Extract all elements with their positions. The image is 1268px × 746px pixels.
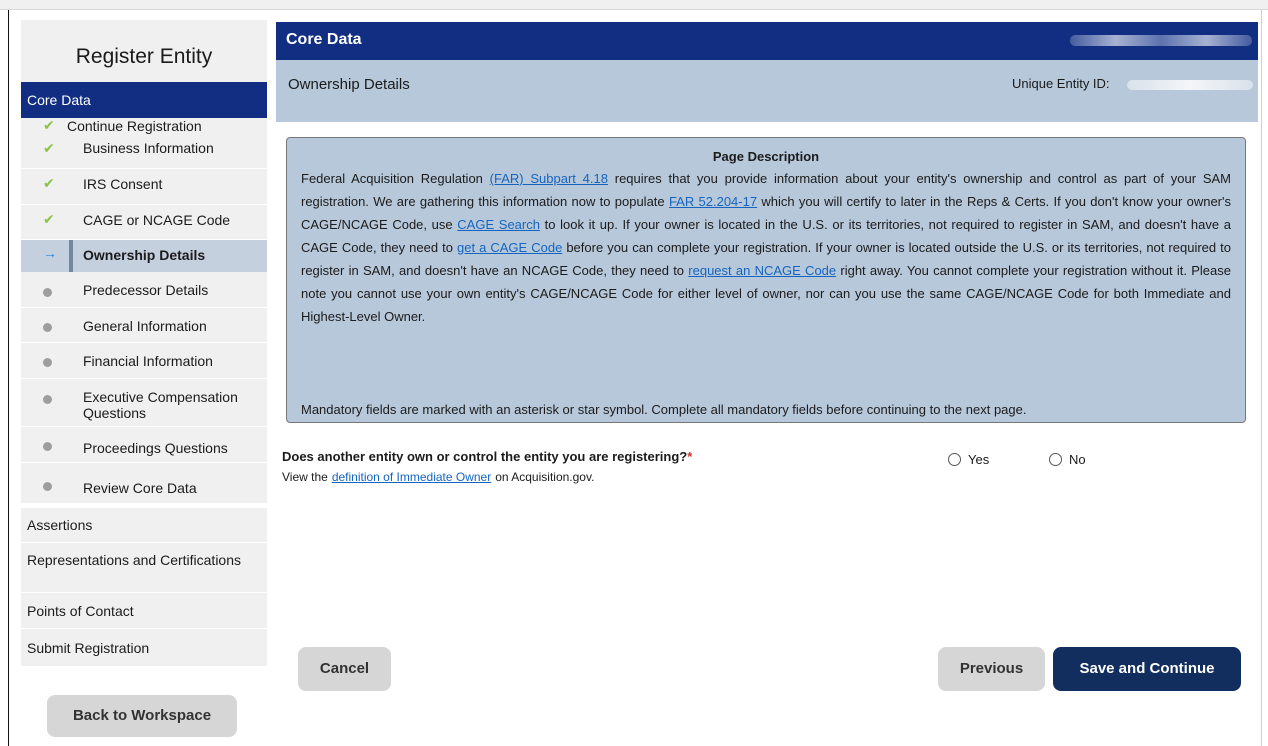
page-description-heading: Page Description [712,149,820,164]
sidebar-section-assertions[interactable]: Assertions [21,507,267,542]
request-ncage-code-link[interactable]: request an NCAGE Code [688,263,836,278]
check-icon: ✔ [43,140,55,156]
unique-entity-id-redacted [1127,80,1253,90]
sidebar-section-core-data[interactable]: Core Data [21,82,267,118]
radio-no-label: No [1069,452,1086,467]
check-icon: ✔ [43,175,55,191]
save-and-continue-button[interactable]: Save and Continue [1053,647,1241,691]
sidebar-item-review-core-data[interactable]: Review Core Data [21,463,267,503]
previous-button[interactable]: Previous [938,647,1045,691]
sidebar-item-label: IRS Consent [83,176,163,192]
radio-no[interactable]: No [1049,452,1086,467]
far-clause-link[interactable]: FAR 52.204-17 [669,194,757,209]
check-icon: ✔ [43,211,55,227]
sidebar-item-general-information[interactable]: General Information [21,308,267,343]
sidebar-item-label: Ownership Details [83,247,206,263]
sidebar-item-label: Review Core Data [83,480,197,496]
arrow-right-icon: → [43,245,57,261]
required-asterisk: * [687,449,693,464]
sidebar-item-label: Executive Compensation Questions [83,389,238,421]
immediate-owner-hint: View the definition of Immediate Owner on … [282,470,595,484]
pending-dot-icon [43,354,52,370]
sidebar-title: Register Entity [21,20,267,82]
pending-dot-icon [43,478,52,494]
sidebar-item-proceedings-questions[interactable]: Proceedings Questions [21,427,267,463]
cancel-button[interactable]: Cancel [298,647,391,691]
sidebar-item-label: Predecessor Details [83,282,209,298]
sidebar-item-continue-registration[interactable]: ✔ Continue Registration [21,117,267,134]
far-subpart-link[interactable]: (FAR) Subpart 4.18 [490,171,608,186]
entity-name-redacted [1070,35,1252,46]
pending-dot-icon [43,438,52,454]
sidebar-item-label: Proceedings Questions [83,440,228,456]
back-to-workspace-button[interactable]: Back to Workspace [47,695,237,737]
pending-dot-icon [43,319,52,335]
sidebar-item-business-information[interactable]: ✔ Business Information [21,134,267,169]
top-frame-bar [0,0,1268,10]
pending-dot-icon [43,391,52,407]
page-title: Ownership Details [288,76,410,93]
sidebar-item-cage-code[interactable]: ✔ CAGE or NCAGE Code [21,205,267,240]
pending-dot-icon [43,284,52,300]
page-header-bar: Core Data [276,22,1258,60]
sidebar-item-label: Continue Registration [67,118,202,134]
sidebar-item-irs-consent[interactable]: ✔ IRS Consent [21,169,267,205]
radio-circle-icon[interactable] [948,453,961,466]
sidebar-item-label: CAGE or NCAGE Code [83,212,231,228]
sidebar-item-ownership-details[interactable]: → Ownership Details [21,240,267,272]
sidebar-item-predecessor-details[interactable]: Predecessor Details [21,272,267,308]
get-cage-code-link[interactable]: get a CAGE Code [457,240,562,255]
sidebar-nav: Register Entity Core Data ✔ Continue Reg… [21,20,267,746]
mandatory-fields-note: Mandatory fields are marked with an aste… [301,402,1027,417]
radio-circle-icon[interactable] [1049,453,1062,466]
sidebar-item-executive-compensation[interactable]: Executive Compensation Questions [21,379,267,427]
right-frame-edge [1261,10,1262,746]
radio-yes-label: Yes [968,452,990,467]
sidebar-section-reps-certs[interactable]: Representations and Certifications [21,542,267,592]
immediate-owner-definition-link[interactable]: definition of Immediate Owner [332,470,491,484]
left-frame-edge [8,10,9,746]
radio-yes[interactable]: Yes [948,452,989,467]
sidebar-item-label: General Information [83,318,207,334]
page-header-title: Core Data [286,31,362,48]
sidebar-item-financial-information[interactable]: Financial Information [21,343,267,379]
sidebar-section-points-of-contact[interactable]: Points of Contact [21,592,267,628]
unique-entity-id-label: Unique Entity ID: [1012,76,1110,91]
check-icon: ✔ [43,117,55,133]
page-description-panel: Page Description Federal Acquisition Reg… [286,137,1246,423]
subheader-bar: Ownership Details Unique Entity ID: [276,60,1258,122]
cage-search-link[interactable]: CAGE Search [457,217,540,232]
sidebar-item-label: Business Information [83,140,214,156]
ownership-question: Does another entity own or control the e… [282,449,693,464]
sidebar-item-label: Financial Information [83,353,213,369]
sidebar-section-submit-registration[interactable]: Submit Registration [21,628,267,666]
page-description-text: Federal Acquisition Regulation (FAR) Sub… [301,171,1231,324]
